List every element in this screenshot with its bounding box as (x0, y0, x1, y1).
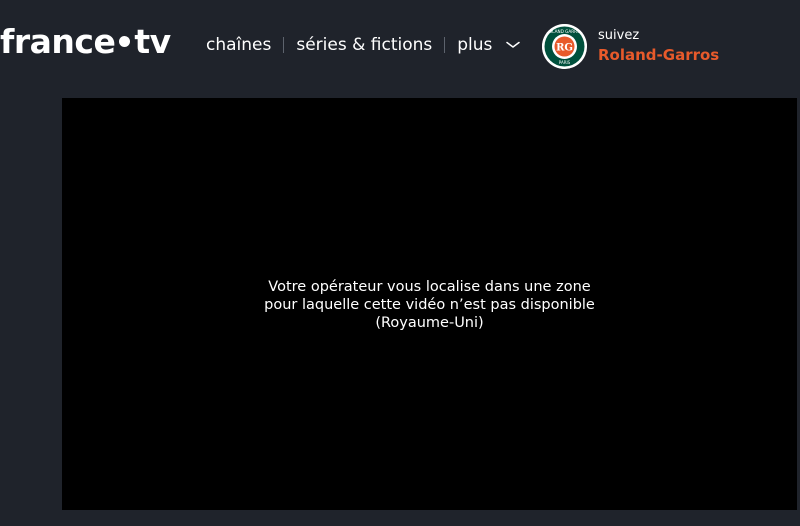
nav-item-series-fictions[interactable]: séries & fictions (296, 31, 432, 59)
nav-item-chaines[interactable]: chaînes (206, 31, 271, 59)
france-tv-logo[interactable]: france tv (0, 20, 171, 64)
geo-block-message: Votre opérateur vous localise dans une z… (62, 278, 797, 332)
promo-text: suivez Roland-Garros (598, 27, 719, 66)
promo-event-name: Roland-Garros (598, 45, 720, 64)
roland-garros-promo[interactable]: RG ROLAND GARROS PARIS suivez Roland-Gar… (542, 22, 719, 70)
roland-garros-logo: RG ROLAND GARROS PARIS (542, 23, 587, 69)
rg-monogram: RG (556, 42, 573, 53)
nav-divider (283, 37, 285, 53)
message-line: pour laquelle cette vidéo n’est pas disp… (264, 297, 595, 313)
message-line: Votre opérateur vous localise dans une z… (268, 279, 591, 295)
logo-text-france: france (0, 22, 116, 61)
site-header: france tv chaînes séries & fictions plus … (0, 0, 800, 92)
promo-follow-label: suivez (598, 27, 640, 43)
nav-divider (444, 37, 446, 53)
video-player[interactable]: Votre opérateur vous localise dans une z… (62, 98, 797, 510)
rg-logo-top-text: ROLAND GARROS (546, 29, 583, 34)
nav-item-plus-label: plus (457, 35, 493, 55)
main-nav: chaînes séries & fictions plus (206, 31, 520, 59)
logo-dot (119, 36, 131, 47)
message-line: (Royaume-Uni) (375, 315, 484, 331)
chevron-down-icon (506, 41, 520, 48)
logo-text-tv: tv (134, 22, 171, 61)
rg-logo-bottom-text: PARIS (559, 60, 571, 65)
nav-item-plus[interactable]: plus (457, 31, 520, 59)
